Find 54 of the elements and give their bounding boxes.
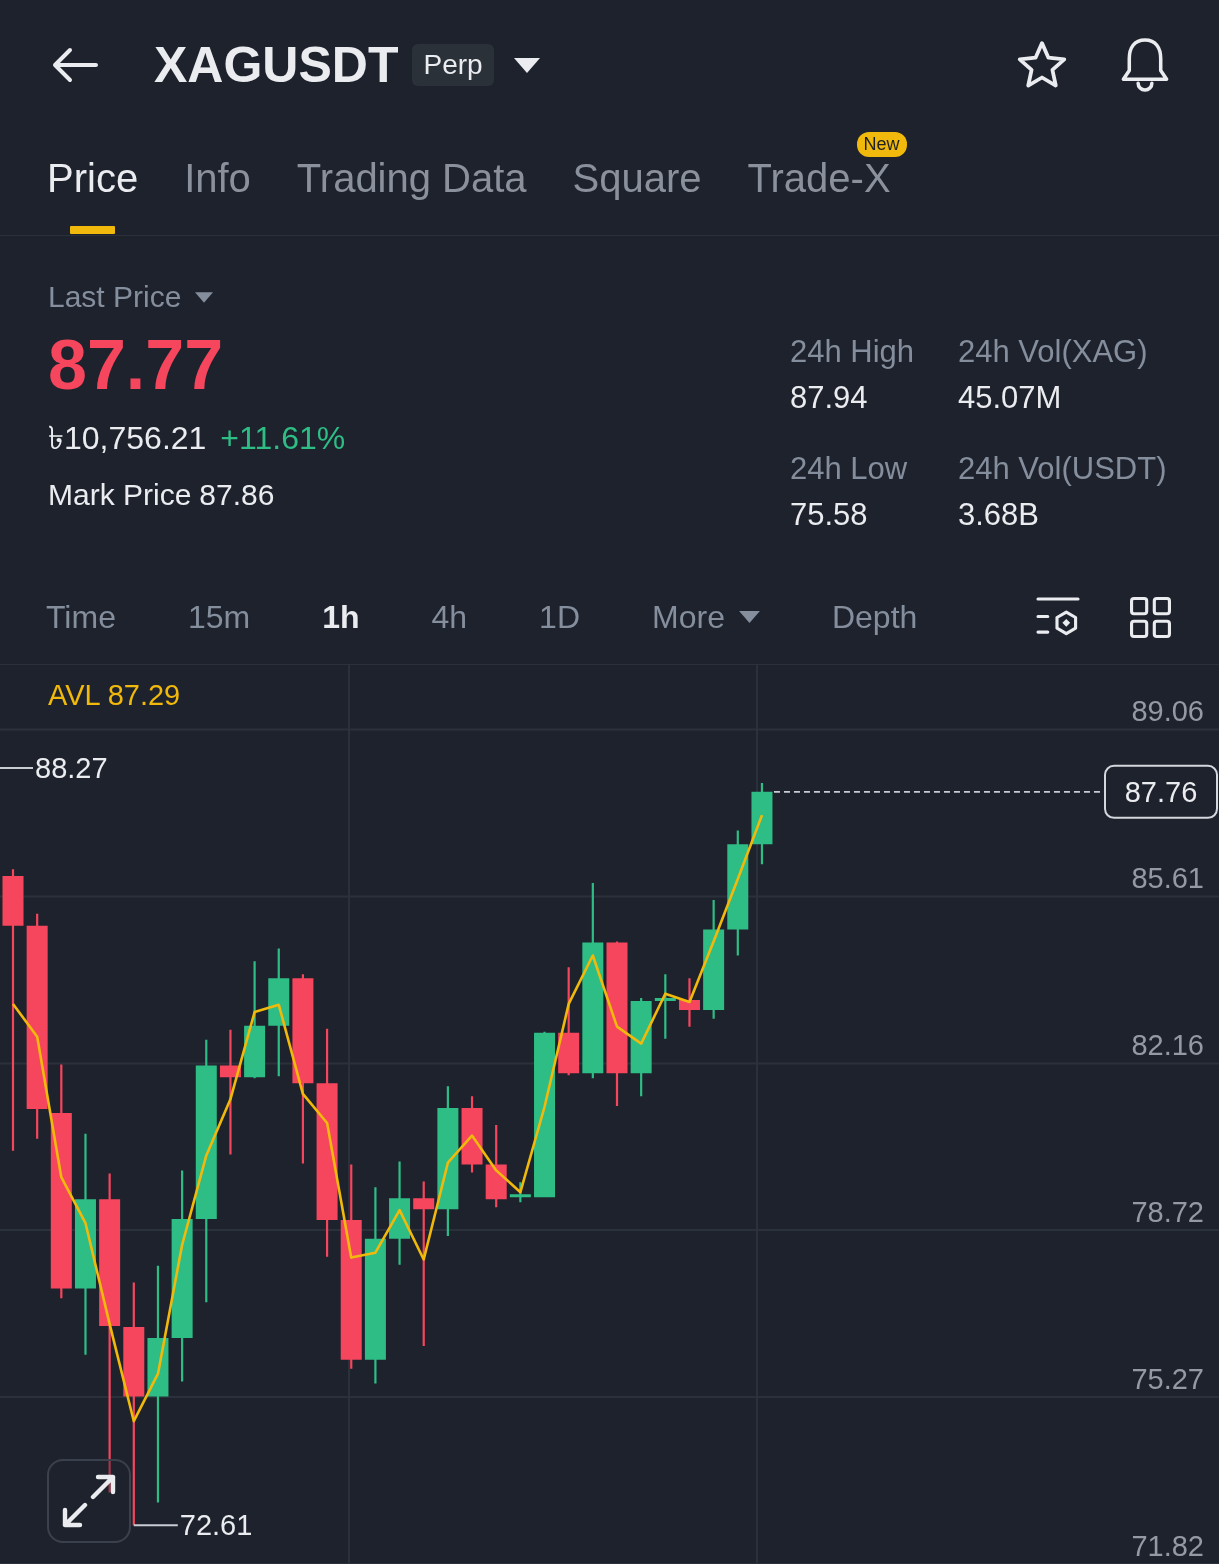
y-axis-label: 85.61 bbox=[1131, 862, 1204, 895]
stat-label: 24h Vol(XAG) bbox=[958, 333, 1149, 371]
interval-tab[interactable]: 15m bbox=[187, 597, 251, 637]
y-axis-label: 89.06 bbox=[1131, 695, 1204, 728]
last-price: 87.77 bbox=[48, 327, 224, 403]
stat-label: 24h High bbox=[790, 333, 916, 371]
caret-icon[interactable] bbox=[513, 57, 540, 73]
interval-tab[interactable]: 1D bbox=[539, 597, 580, 637]
left-arrow-icon[interactable] bbox=[52, 47, 98, 83]
high-price-label: 88.27 bbox=[35, 752, 108, 785]
moving-average-label: AVL 87.29 bbox=[48, 678, 181, 713]
interval-tab[interactable]: Time bbox=[46, 597, 116, 637]
tab[interactable]: Price bbox=[47, 130, 139, 235]
interval-tab[interactable]: 4h bbox=[431, 597, 468, 637]
low-price-label: 72.61 bbox=[179, 1509, 253, 1542]
interval-dropdown[interactable]: More bbox=[652, 597, 760, 637]
new-badge: New bbox=[856, 132, 907, 157]
candle bbox=[654, 974, 676, 1039]
price-type-dropdown[interactable]: Last Price bbox=[48, 277, 214, 317]
y-axis-label: 75.27 bbox=[1131, 1363, 1204, 1395]
lines-hexagon-icon[interactable] bbox=[1036, 597, 1080, 637]
tab[interactable]: Info bbox=[184, 130, 251, 235]
grid-icon[interactable] bbox=[1130, 596, 1171, 638]
caret-icon bbox=[738, 611, 760, 623]
stat-value: 3.68B bbox=[958, 496, 1040, 534]
stat-value: 45.07M bbox=[958, 379, 1063, 417]
last-price-tag: 87.76 bbox=[1104, 764, 1218, 819]
tab[interactable]: Trading Data bbox=[296, 130, 527, 235]
fiat-value: ৳10,756.21 bbox=[48, 419, 207, 458]
caret-icon bbox=[195, 291, 214, 303]
mark-price-label: Mark Price bbox=[48, 477, 192, 513]
y-axis-label: 71.82 bbox=[1131, 1530, 1204, 1562]
leader-line bbox=[0, 767, 34, 770]
expand-button[interactable] bbox=[47, 1459, 131, 1543]
mark-price-value: 87.86 bbox=[199, 477, 275, 513]
y-axis-label: 82.16 bbox=[1131, 1029, 1204, 1062]
tab[interactable]: Square bbox=[572, 130, 702, 235]
leader-line bbox=[132, 1524, 179, 1527]
perp-badge: Perp bbox=[412, 44, 494, 86]
stat-value: 75.58 bbox=[790, 496, 869, 534]
interval-tab[interactable]: 1h bbox=[322, 597, 360, 637]
star-icon[interactable] bbox=[1017, 41, 1067, 89]
interval-tab[interactable]: Depth bbox=[831, 597, 918, 637]
tab-indicator bbox=[70, 226, 116, 234]
price-change: +11.61% bbox=[220, 419, 346, 458]
pair-title: XAGUSDT bbox=[154, 36, 399, 95]
stat-label: 24h Vol(USDT) bbox=[958, 450, 1168, 488]
y-axis-label: 78.72 bbox=[1131, 1195, 1204, 1228]
expand-arrows-icon bbox=[62, 1474, 116, 1528]
candle bbox=[679, 978, 700, 1027]
stat-value: 87.94 bbox=[790, 379, 869, 417]
candle bbox=[509, 1182, 531, 1203]
bell-icon[interactable] bbox=[1120, 38, 1170, 92]
stat-label: 24h Low bbox=[790, 450, 909, 488]
